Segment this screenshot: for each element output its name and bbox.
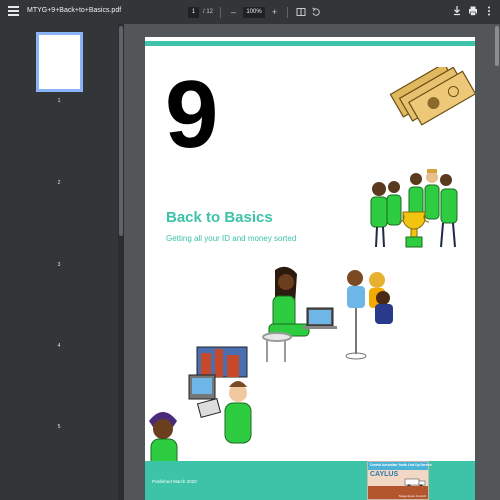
booklet-subtitle: Getting all your ID and money sorted bbox=[166, 234, 297, 243]
page-controls: 1 / 12 – 100% + bbox=[188, 5, 321, 19]
divider bbox=[220, 6, 222, 18]
thumbnail-page-1[interactable] bbox=[36, 32, 83, 92]
computer-helping-illustration bbox=[262, 266, 393, 362]
rotate-button[interactable] bbox=[310, 7, 321, 18]
scrollbar-thumb[interactable] bbox=[119, 26, 123, 236]
zoom-out-button[interactable]: – bbox=[228, 7, 239, 18]
money-illustration bbox=[389, 67, 475, 126]
thumbnail-label[interactable]: 5 bbox=[0, 424, 118, 430]
page-total: / 12 bbox=[203, 9, 214, 15]
page-number-input[interactable]: 1 bbox=[188, 6, 199, 18]
fit-page-icon bbox=[296, 7, 306, 16]
thumbnail-label[interactable]: 2 bbox=[0, 180, 118, 186]
page-footer: Published March 2020 Central Australian … bbox=[145, 461, 475, 500]
zoom-in-button[interactable]: + bbox=[269, 7, 280, 18]
phone-call-illustration bbox=[149, 346, 252, 462]
booklet-number: 9 bbox=[165, 61, 219, 168]
thumbnail-label[interactable]: 4 bbox=[0, 343, 118, 349]
scrollbar-thumb[interactable] bbox=[495, 26, 499, 66]
toolbar-actions bbox=[452, 5, 494, 17]
pdf-page: 9 Back to Basics Getting all your ID and… bbox=[145, 37, 475, 500]
booklet-title: Back to Basics bbox=[166, 209, 273, 226]
zoom-input[interactable]: 100% bbox=[243, 6, 266, 18]
page-accent-bar bbox=[145, 41, 475, 46]
print-icon[interactable] bbox=[468, 5, 478, 17]
team-trophy-illustration bbox=[370, 169, 458, 248]
divider bbox=[287, 6, 289, 18]
menu-icon[interactable] bbox=[8, 6, 19, 18]
thumbnail-label[interactable]: 3 bbox=[0, 262, 118, 268]
file-name: MTYG+9+Back+to+Basics.pdf bbox=[27, 7, 122, 14]
document-viewer[interactable]: 9 Back to Basics Getting all your ID and… bbox=[124, 24, 500, 500]
thumbnail-label[interactable]: 1 bbox=[0, 98, 118, 104]
rotate-icon bbox=[311, 7, 320, 16]
logo-line-1: Central Australian Youth Link Up Service bbox=[370, 463, 432, 467]
caylus-logo: Central Australian Youth Link Up Service… bbox=[367, 461, 432, 500]
fit-page-button[interactable] bbox=[295, 7, 306, 18]
thumbnail-sidebar: 1 2 3 4 5 bbox=[0, 24, 118, 500]
more-options-icon[interactable] bbox=[484, 5, 494, 17]
viewer-scrollbar[interactable] bbox=[494, 24, 500, 500]
logo-name: CAYLUS bbox=[370, 471, 399, 478]
logo-line-2: Tangentyere Council bbox=[398, 494, 426, 498]
published-date: Published March 2020 bbox=[152, 479, 197, 484]
download-icon[interactable] bbox=[452, 5, 462, 17]
pdf-toolbar: MTYG+9+Back+to+Basics.pdf 1 / 12 – 100% … bbox=[0, 0, 500, 24]
